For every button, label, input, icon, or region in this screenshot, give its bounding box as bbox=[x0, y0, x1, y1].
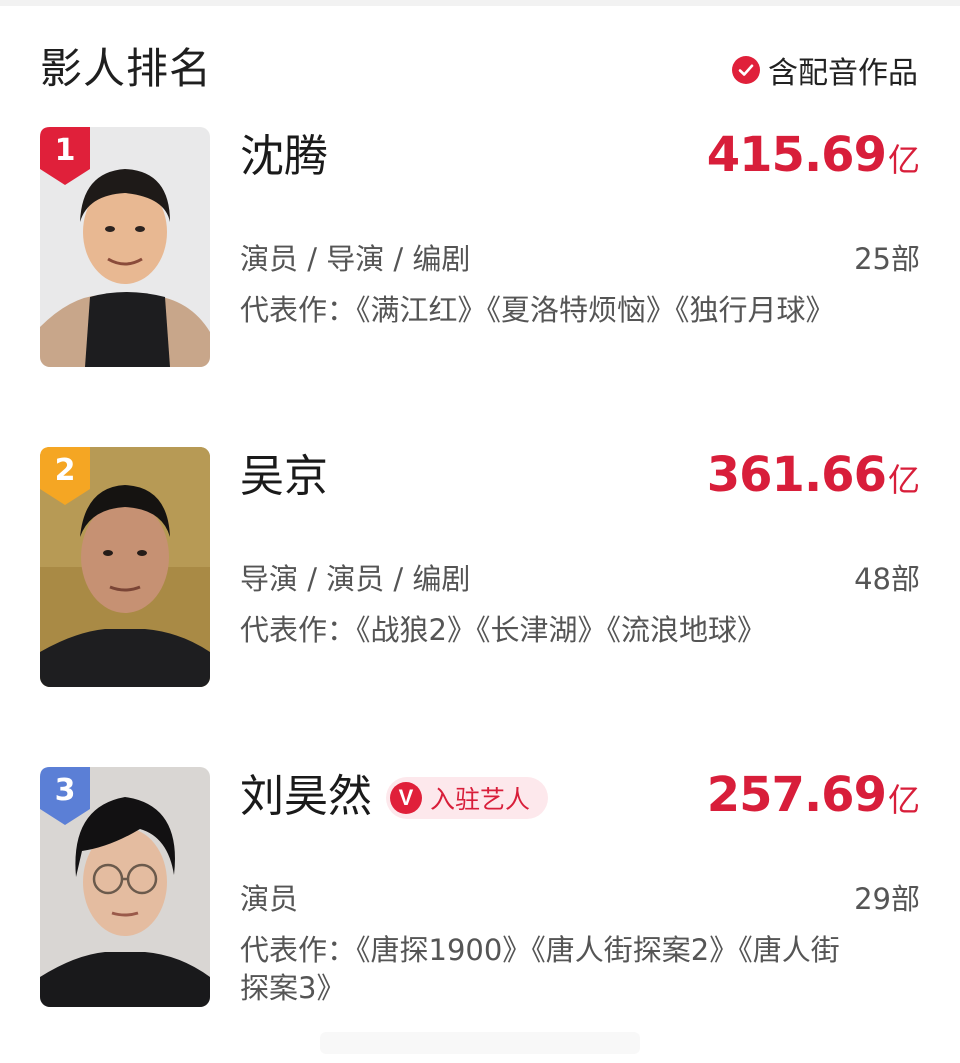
person-name[interactable]: 沈腾 bbox=[240, 129, 328, 185]
dubbing-filter-toggle[interactable]: 含配音作品 bbox=[732, 50, 918, 91]
check-icon bbox=[732, 56, 760, 84]
person-roles: 演员 bbox=[240, 882, 299, 916]
ranking-item[interactable]: 1 沈腾 415.69 亿 演员 / 导演 / 编剧 25部 代表作：《满江红》… bbox=[40, 127, 920, 367]
box-office-value: 361.66 bbox=[706, 447, 887, 503]
works-count: 29部 bbox=[854, 882, 920, 916]
rank-number: 1 bbox=[54, 133, 76, 168]
artist-tag-label: 入驻艺人 bbox=[430, 785, 531, 814]
box-office-total: 361.66 亿 bbox=[707, 447, 920, 503]
box-office-total: 415.69 亿 bbox=[707, 127, 920, 183]
representative-works: 代表作：《唐探1900》《唐人街探案2》《唐人街探案3》 bbox=[240, 933, 840, 1005]
watermark-blur bbox=[320, 1032, 640, 1054]
ranking-item[interactable]: 3 刘昊然 V 入驻艺人 257.69 亿 演员 29部 代表作：《唐探1900… bbox=[40, 767, 920, 1007]
box-office-unit: 亿 bbox=[887, 781, 920, 819]
v-verified-icon: V bbox=[390, 782, 422, 814]
person-name[interactable]: 刘昊然 bbox=[240, 769, 372, 825]
person-name[interactable]: 吴京 bbox=[240, 449, 328, 505]
box-office-unit: 亿 bbox=[887, 141, 920, 179]
rank-number: 3 bbox=[54, 773, 76, 808]
ranking-header: 影人排名 含配音作品 bbox=[40, 40, 920, 100]
box-office-unit: 亿 bbox=[887, 461, 920, 499]
dubbing-filter-label: 含配音作品 bbox=[768, 56, 918, 91]
rank-badge: 3 bbox=[40, 767, 90, 825]
box-office-total: 257.69 亿 bbox=[707, 767, 920, 823]
ranking-item[interactable]: 2 吴京 361.66 亿 导演 / 演员 / 编剧 48部 代表作：《战狼2》… bbox=[40, 447, 920, 687]
rank-number: 2 bbox=[54, 453, 76, 488]
box-office-value: 257.69 bbox=[706, 767, 887, 823]
person-roles: 导演 / 演员 / 编剧 bbox=[240, 562, 471, 596]
artist-tag[interactable]: V 入驻艺人 bbox=[386, 777, 549, 819]
page-title: 影人排名 bbox=[40, 44, 213, 93]
rank-badge: 2 bbox=[40, 447, 90, 505]
representative-works: 代表作：《战狼2》《长津湖》《流浪地球》 bbox=[240, 613, 766, 647]
rank-badge: 1 bbox=[40, 127, 90, 185]
works-count: 25部 bbox=[854, 242, 920, 276]
top-divider bbox=[0, 0, 960, 6]
person-roles: 演员 / 导演 / 编剧 bbox=[240, 242, 471, 276]
works-count: 48部 bbox=[854, 562, 920, 596]
representative-works: 代表作：《满江红》《夏洛特烦恼》《独行月球》 bbox=[240, 293, 835, 327]
box-office-value: 415.69 bbox=[706, 127, 887, 183]
